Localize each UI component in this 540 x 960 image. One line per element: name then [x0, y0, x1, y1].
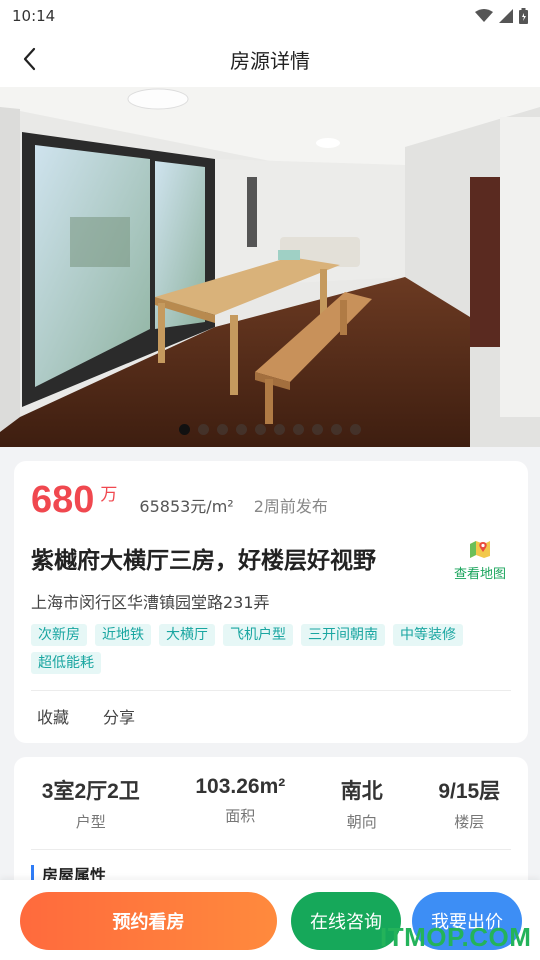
chevron-left-icon — [23, 47, 36, 71]
tag: 近地铁 — [95, 624, 151, 646]
publish-time: 2周前发布 — [253, 497, 328, 516]
spec-floor: 9/15层 楼层 — [438, 775, 500, 832]
spec-label: 楼层 — [454, 813, 485, 831]
tag: 中等装修 — [393, 624, 463, 646]
listing-card: 680 万 65853元/m² 2周前发布 紫樾府大横厅三房，好楼层好视野 查看… — [14, 461, 528, 743]
carousel-dot[interactable] — [293, 424, 304, 435]
carousel-indicator — [0, 424, 540, 435]
feature-tags: 次新房 近地铁 大横厅 飞机户型 三开间朝南 中等装修 超低能耗 — [31, 624, 511, 674]
battery-icon — [519, 8, 528, 24]
spec-orientation: 南北 朝向 — [341, 775, 383, 832]
tag: 三开间朝南 — [301, 624, 385, 646]
listing-title: 紫樾府大横厅三房，好楼层好视野 — [31, 548, 376, 574]
page-title: 房源详情 — [230, 49, 310, 73]
spec-value: 103.26m² — [195, 775, 286, 798]
spec-layout: 3室2厅2卫 户型 — [42, 775, 140, 832]
back-button[interactable] — [14, 44, 44, 74]
book-viewing-button[interactable]: 预约看房 — [20, 892, 277, 950]
carousel-dot[interactable] — [217, 424, 228, 435]
price-unit: 万 — [100, 485, 118, 505]
favorite-button[interactable]: 收藏 — [37, 704, 69, 728]
carousel-dot[interactable] — [255, 424, 266, 435]
status-time: 10:14 — [12, 7, 56, 25]
tag: 大横厅 — [159, 624, 215, 646]
carousel-dot[interactable] — [274, 424, 285, 435]
spec-label: 户型 — [75, 813, 106, 831]
carousel-dot[interactable] — [331, 424, 342, 435]
status-bar: 10:14 — [0, 0, 540, 32]
watermark: ITMOP.COM — [380, 922, 532, 952]
total-price: 680 — [31, 479, 95, 521]
view-map-button[interactable]: 查看地图 — [448, 539, 512, 582]
wifi-icon — [475, 9, 493, 22]
unit-price: 65853元/m² — [139, 497, 234, 516]
divider — [31, 849, 511, 850]
photo-carousel[interactable] — [0, 87, 540, 447]
carousel-dot[interactable] — [312, 424, 323, 435]
tag: 次新房 — [31, 624, 87, 646]
view-map-label: 查看地图 — [453, 567, 506, 582]
spec-value: 9/15层 — [438, 780, 501, 803]
price-row: 680 万 65853元/m² 2周前发布 — [31, 479, 328, 522]
spec-area: 103.26m² 面积 — [195, 775, 285, 832]
room-photo — [0, 87, 540, 447]
spec-label: 面积 — [225, 807, 256, 825]
nav-bar: 房源详情 — [0, 32, 540, 87]
tag: 超低能耗 — [31, 652, 101, 674]
carousel-dot[interactable] — [179, 424, 190, 435]
spec-label: 朝向 — [346, 813, 377, 831]
divider — [31, 690, 511, 691]
status-icons — [475, 8, 528, 24]
carousel-dot[interactable] — [198, 424, 209, 435]
spec-value: 3室2厅2卫 — [41, 780, 140, 803]
spec-list: 3室2厅2卫 户型 103.26m² 面积 南北 朝向 9/15层 楼层 — [14, 775, 528, 832]
carousel-dot[interactable] — [236, 424, 247, 435]
listing-actions: 收藏 分享 — [37, 704, 135, 728]
signal-icon — [499, 9, 513, 23]
map-pin-icon — [470, 541, 490, 558]
address: 上海市闵行区华漕镇园堂路231弄 — [31, 593, 270, 612]
carousel-dot[interactable] — [350, 424, 361, 435]
tag: 飞机户型 — [223, 624, 293, 646]
spec-value: 南北 — [340, 780, 383, 803]
share-button[interactable]: 分享 — [103, 704, 135, 728]
